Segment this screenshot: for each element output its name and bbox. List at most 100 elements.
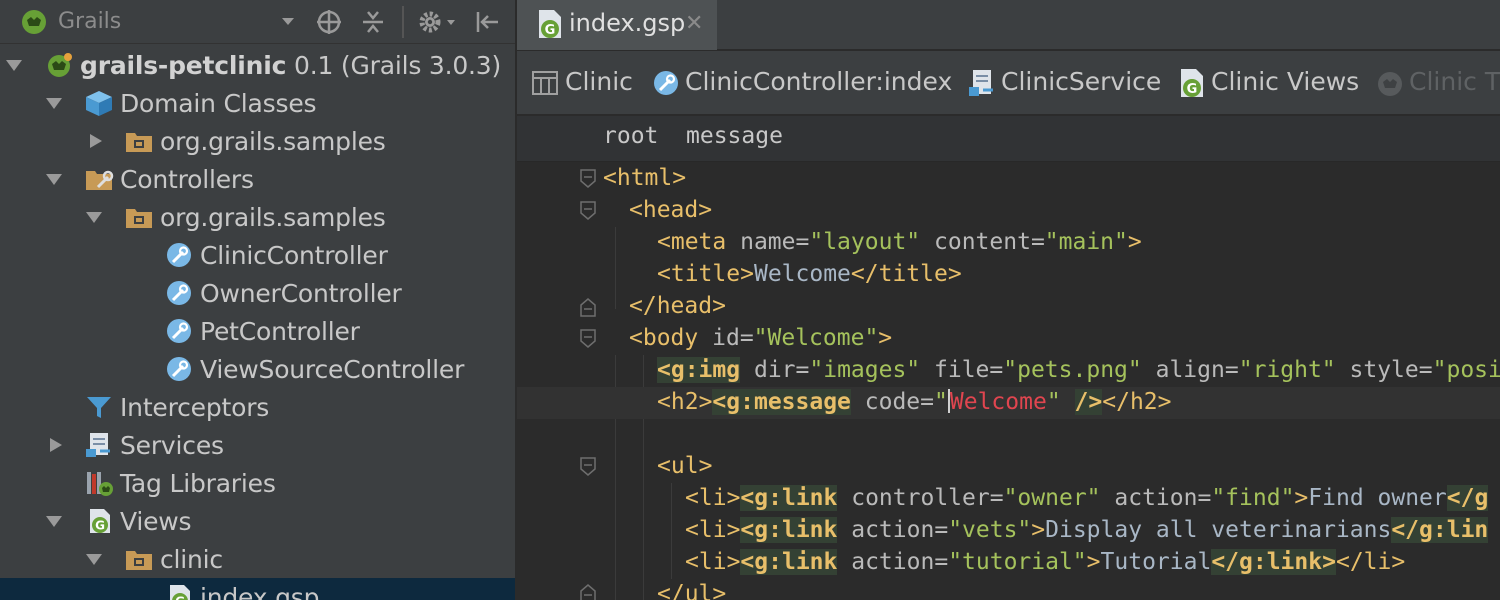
services-icon [969,70,993,96]
controller-icon [167,357,191,381]
collapsed-arrow-icon[interactable] [88,134,104,148]
tree-item-label: grails-petclinic 0.1 (Grails 3.0.3) [80,51,502,80]
controller-icon [167,281,191,305]
services-icon [86,433,110,457]
breadcrumb: root message [517,116,1500,162]
grails-logo-icon [22,10,46,34]
tree-item-domain-classes[interactable]: Domain Classes [0,84,515,122]
nav-label: Clinic T [1409,67,1500,96]
grails-project-icon [48,53,72,77]
tree-item-index-gsp[interactable]: G index.gsp [0,578,515,600]
nav-label: Clinic Views [1211,67,1360,96]
tree-item-clinic-controller[interactable]: ClinicController [0,236,515,274]
breadcrumb-root[interactable]: root [603,123,658,149]
tree-item-label: org.grails.samples [160,127,386,156]
code-line: <ul> [657,453,713,479]
tree-item-label: clinic [160,545,223,574]
tab-label: index.gsp [569,9,686,37]
tab-index-gsp[interactable]: G index.gsp ✕ [517,0,717,50]
tree-item-label: Domain Classes [120,89,317,118]
navigation-bar: Clinic ClinicController:index ClinicServ… [517,51,1500,115]
tree-item-label: Interceptors [120,393,270,422]
svg-text:G: G [545,23,556,38]
tree-item-label: ClinicController [200,241,388,270]
table-icon [532,71,558,95]
tree-item-viewsource-controller[interactable]: ViewSourceController [0,350,515,388]
project-panel-header: Grails [0,0,515,44]
expand-arrow-icon[interactable] [6,58,22,72]
controller-icon [167,319,191,343]
project-tool-window: Grails grails-petclinic 0.1 (Grails 3.0.… [0,0,515,600]
code-line: <meta name="layout" content="main"> [657,229,1142,255]
toolbar-separator [402,6,404,38]
gear-icon[interactable] [416,8,460,36]
close-icon[interactable]: ✕ [685,10,703,36]
tree-item-views[interactable]: G Views [0,502,515,540]
code-line: <li><g:link action="vets">Display all ve… [685,517,1489,543]
tree-item-clinic-folder[interactable]: clinic [0,540,515,578]
tree-item-label: ViewSourceController [200,355,465,384]
domain-classes-icon [86,91,112,116]
chevron-down-icon[interactable] [280,15,296,27]
tree-item-grails-petclinic[interactable]: grails-petclinic 0.1 (Grails 3.0.3) [0,46,515,84]
tree-item-owner-controller[interactable]: OwnerController [0,274,515,312]
package-folder-icon [126,133,152,152]
tree-item-label: Tag Libraries [120,469,276,498]
controllers-folder-icon [86,170,114,190]
expand-arrow-icon[interactable] [86,210,102,224]
code-line-current: <h2><g:message code="Welcome" /></h2> [517,387,1500,419]
nav-label: ClinicService [1001,67,1162,96]
gsp-file-icon: G [1181,69,1203,97]
code-line: <g:img dir="images" file="pets.png" alig… [657,357,1500,383]
tree-item-interceptors[interactable]: Interceptors [0,388,515,426]
tag-libraries-icon [87,472,113,496]
tree-item-label: org.grails.samples [160,203,386,232]
svg-text:G: G [1187,82,1198,97]
tree-item-services[interactable]: Services [0,426,515,464]
filter-icon [87,397,111,418]
locate-icon[interactable] [314,8,344,36]
code-line: <li><g:link controller="owner" action="f… [685,485,1489,511]
code-line: <html> [603,165,687,191]
hide-panel-icon[interactable] [472,8,502,36]
package-folder-icon [126,551,152,570]
tree-item-controllers-package[interactable]: org.grails.samples [0,198,515,236]
svg-text:G: G [95,519,105,533]
tree-item-domain-package[interactable]: org.grails.samples [0,122,515,160]
code-line: <head> [629,197,713,223]
breadcrumb-message[interactable]: message [686,123,783,149]
nav-label: ClinicController:index [685,67,953,96]
tree-item-label: index.gsp [200,583,320,600]
tree-item-label: Controllers [120,165,254,194]
code-line: <title>Welcome</title> [657,261,962,287]
controller-icon [654,71,678,95]
collapse-all-icon[interactable] [358,8,388,36]
collapsed-arrow-icon[interactable] [48,438,64,452]
controller-icon [167,243,191,267]
tree-item-controllers[interactable]: Controllers [0,160,515,198]
tree-item-label: Services [120,431,224,460]
grails-tag-icon [1378,72,1402,96]
tree-item-label: Views [120,507,192,536]
expand-arrow-icon[interactable] [46,96,62,110]
gsp-file-icon: G [170,585,190,600]
svg-text:G: G [175,595,185,600]
expand-arrow-icon[interactable] [86,552,102,566]
views-icon: G [90,509,110,533]
project-view-selector[interactable]: Grails [58,9,121,34]
gsp-file-icon: G [539,10,561,38]
package-folder-icon [126,209,152,228]
code-line: </head> [629,293,726,319]
code-line: <li><g:link action="tutorial">Tutorial</… [685,549,1406,575]
code-line: </ul> [657,581,727,600]
editor-tab-bar: G index.gsp ✕ [517,0,1500,50]
editor-area: G index.gsp ✕ Clinic ClinicController:in… [517,0,1500,600]
code-editor[interactable]: <html> <head> <meta name="layout" conten… [517,163,1500,600]
expand-arrow-icon[interactable] [46,514,62,528]
nav-label: Clinic [565,67,633,96]
tree-item-tag-libraries[interactable]: Tag Libraries [0,464,515,502]
tree-item-pet-controller[interactable]: PetController [0,312,515,350]
tree-item-label: OwnerController [200,279,402,308]
expand-arrow-icon[interactable] [46,172,62,186]
